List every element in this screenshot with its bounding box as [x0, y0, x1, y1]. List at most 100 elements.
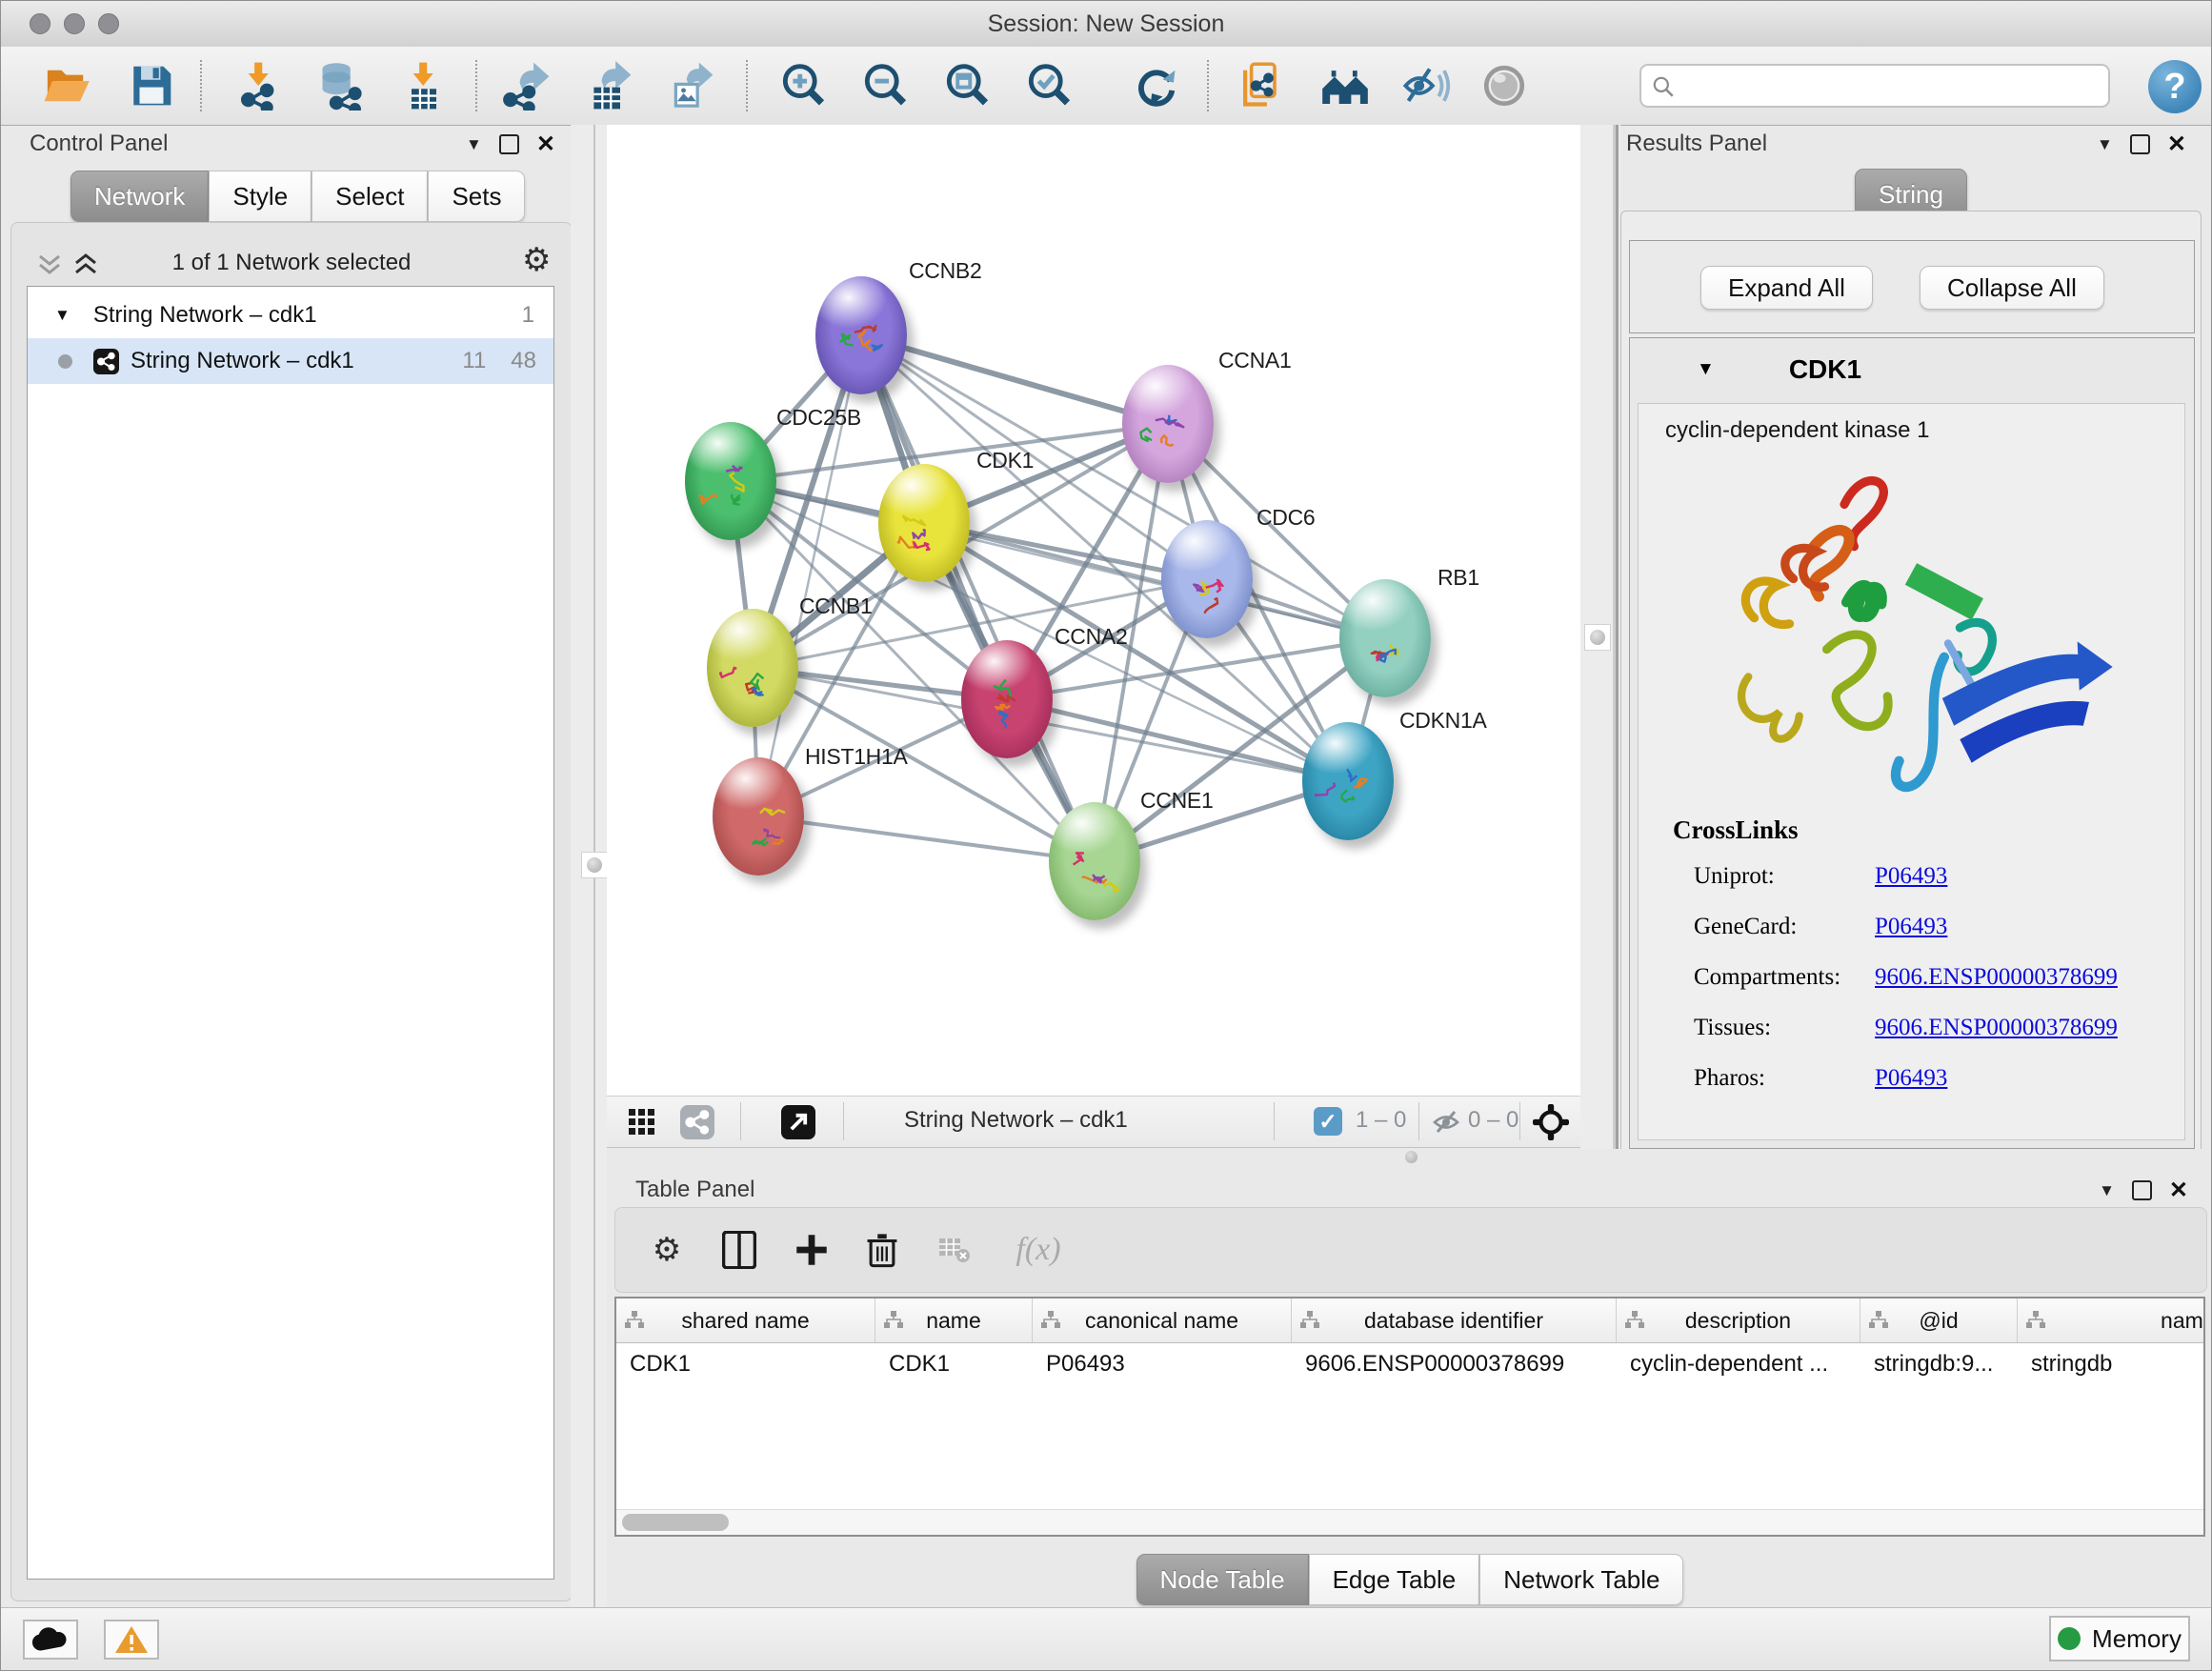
string-homes-button[interactable] [1315, 55, 1376, 116]
hidden-toggle-button[interactable] [1428, 1104, 1464, 1140]
network-edge[interactable] [1007, 699, 1348, 781]
column-header-namespace[interactable]: namespace [2018, 1299, 2205, 1342]
crosslink-value-link[interactable]: 9606.ENSP00000378699 [1875, 964, 2118, 991]
network-node-HIST1H1A[interactable] [713, 757, 804, 876]
right-splitter-handle[interactable] [1584, 624, 1611, 651]
column-header-database-identifier[interactable]: database identifier [1292, 1299, 1617, 1342]
table-cell[interactable]: 9606.ENSP00000378699 [1292, 1342, 1617, 1386]
table-horizontal-scrollbar[interactable] [616, 1509, 2203, 1535]
tab-select[interactable]: Select [312, 171, 428, 222]
network-node-CCNA2[interactable] [961, 640, 1053, 758]
table-cell[interactable]: CDK1 [875, 1342, 1033, 1386]
crosslink-value-link[interactable]: P06493 [1875, 914, 1947, 940]
close-panel-icon[interactable]: ✕ [536, 131, 555, 158]
string-structures-visibility-button[interactable] [1395, 55, 1456, 116]
float-panel-icon[interactable] [2130, 134, 2150, 154]
open-session-button[interactable] [37, 55, 98, 116]
close-panel-icon[interactable]: ✕ [2169, 1177, 2188, 1204]
tab-network[interactable]: Network [70, 171, 209, 222]
table-cell[interactable]: CDK1 [616, 1342, 875, 1386]
cloud-button[interactable] [23, 1620, 78, 1660]
column-header-@id[interactable]: @id [1860, 1299, 2018, 1342]
import-network-database-button[interactable] [311, 55, 372, 116]
expand-all-button[interactable]: Expand All [1700, 266, 1873, 310]
export-table-button[interactable] [577, 55, 638, 116]
network-node-RB1[interactable] [1339, 579, 1431, 697]
network-row-selected[interactable]: String Network – cdk1 11 48 [28, 338, 553, 384]
table-cell[interactable]: cyclin-dependent ... [1617, 1342, 1860, 1386]
section-collapse-triangle-icon[interactable]: ▼ [1697, 359, 1715, 380]
search-field[interactable] [1639, 64, 2110, 108]
tab-network-table[interactable]: Network Table [1479, 1554, 1683, 1605]
network-node-CCNE1[interactable] [1049, 802, 1140, 920]
column-header-name[interactable]: name [875, 1299, 1033, 1342]
network-node-CDKN1A[interactable] [1302, 722, 1394, 840]
delete-columns-button[interactable] [857, 1225, 907, 1275]
help-button[interactable]: ? [2148, 60, 2202, 113]
collection-collapse-triangle-icon[interactable]: ▼ [54, 306, 70, 325]
memory-button[interactable]: Memory [2049, 1616, 2190, 1661]
node-section-header[interactable]: ▼ CDK1 [1630, 338, 2194, 401]
network-canvas[interactable]: CCNB2CCNA1CDC25BCDK1CDC6RB1CCNB1CCNA2CDK… [607, 125, 1580, 1096]
string-network-document-button[interactable] [1232, 55, 1293, 116]
network-edge[interactable] [758, 816, 1095, 861]
network-node-CDC25B[interactable] [685, 422, 776, 540]
network-node-CCNB2[interactable] [815, 276, 907, 394]
tab-node-table[interactable]: Node Table [1136, 1554, 1309, 1605]
import-table-file-button[interactable] [393, 55, 454, 116]
warnings-button[interactable] [104, 1620, 159, 1660]
horizontal-splitter-handle[interactable] [1405, 1151, 1418, 1163]
save-session-button[interactable] [121, 55, 182, 116]
network-node-CDK1[interactable] [878, 464, 970, 582]
table-cell[interactable]: P06493 [1033, 1342, 1292, 1386]
zoom-in-button[interactable] [773, 55, 834, 116]
crosslink-value-link[interactable]: P06493 [1875, 863, 1947, 890]
search-input[interactable] [1683, 68, 2097, 106]
left-splitter-handle[interactable] [581, 852, 608, 878]
network-options-gear-icon[interactable]: ⚙ [522, 244, 551, 276]
table-options-button[interactable]: ⚙ [642, 1225, 692, 1275]
apply-layout-button[interactable] [1126, 55, 1187, 116]
left-splitter[interactable] [571, 125, 607, 1607]
float-panel-icon[interactable] [499, 134, 519, 154]
network-edge[interactable] [861, 335, 1168, 424]
crosslink-value-link[interactable]: 9606.ENSP00000378699 [1875, 1015, 2118, 1041]
tab-style[interactable]: Style [209, 171, 312, 222]
float-panel-icon[interactable] [2132, 1180, 2152, 1200]
network-collection-row[interactable]: ▼ String Network – cdk1 1 [28, 292, 553, 338]
horizontal-splitter[interactable] [607, 1149, 2212, 1163]
scrollbar-thumb[interactable] [622, 1514, 729, 1531]
crosslink-value-link[interactable]: P06493 [1875, 1065, 1947, 1092]
zoom-fit-button[interactable] [936, 55, 997, 116]
tab-edge-table[interactable]: Edge Table [1309, 1554, 1480, 1605]
grid-view-button[interactable] [624, 1104, 660, 1140]
zoom-out-button[interactable] [855, 55, 915, 116]
column-header-canonical-name[interactable]: canonical name [1033, 1299, 1292, 1342]
node-table[interactable]: shared namenamecanonical namedatabase id… [614, 1297, 2205, 1537]
table-cell[interactable]: stringdb [2018, 1342, 2205, 1386]
create-column-button[interactable] [787, 1225, 836, 1275]
table-row[interactable]: CDK1CDK1P064939606.ENSP00000378699cyclin… [616, 1342, 2203, 1386]
show-columns-button[interactable] [714, 1225, 764, 1275]
zoom-selected-button[interactable] [1018, 55, 1079, 116]
table-cell[interactable]: stringdb:9... [1860, 1342, 2018, 1386]
export-network-button[interactable] [495, 55, 556, 116]
network-node-CCNB1[interactable] [707, 609, 798, 727]
tab-sets[interactable]: Sets [428, 171, 525, 222]
column-header-description[interactable]: description [1617, 1299, 1860, 1342]
birds-eye-view-button[interactable] [1533, 1104, 1569, 1140]
network-node-CDC6[interactable] [1161, 520, 1253, 638]
string-glass-ball-effect-button[interactable] [1474, 55, 1535, 116]
collapse-all-button[interactable]: Collapse All [1920, 266, 2104, 310]
network-node-CCNA1[interactable] [1122, 365, 1214, 483]
collapse-panel-icon[interactable]: ▼ [2097, 135, 2113, 154]
collapse-panel-icon[interactable]: ▼ [466, 135, 482, 154]
network-edge[interactable] [861, 335, 1095, 861]
close-panel-icon[interactable]: ✕ [2167, 131, 2186, 158]
right-splitter[interactable] [1580, 125, 1620, 1149]
collapse-panel-icon[interactable]: ▼ [2099, 1181, 2115, 1200]
selected-checkbox[interactable]: ✓ [1314, 1107, 1342, 1136]
import-network-file-button[interactable] [229, 55, 290, 116]
export-image-button[interactable] [659, 55, 720, 116]
network-view-button[interactable] [679, 1104, 715, 1140]
